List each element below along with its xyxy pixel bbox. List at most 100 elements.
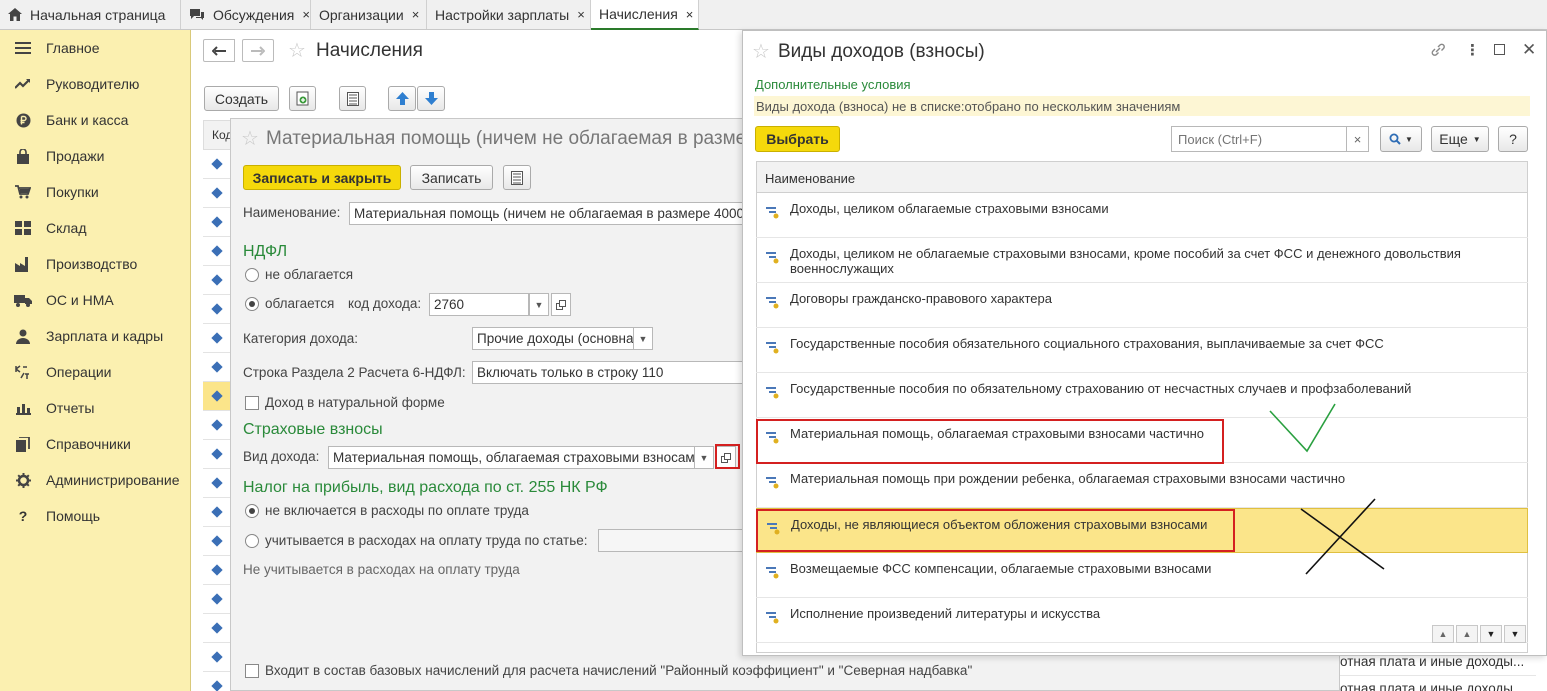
close-icon[interactable]: × <box>577 7 585 22</box>
list-item[interactable] <box>203 266 231 295</box>
income-type-field[interactable]: Материальная помощь, облагаемая страховы… <box>328 446 695 469</box>
grid-row[interactable]: Доходы, целиком облагаемые страховыми вз… <box>756 193 1528 238</box>
list-item[interactable] <box>203 324 231 353</box>
create-button[interactable]: Создать <box>204 86 279 111</box>
sidebar-item-sales[interactable]: Продажи <box>0 138 190 174</box>
list-item[interactable] <box>203 585 231 614</box>
select-button[interactable]: Выбрать <box>755 126 840 152</box>
help-button[interactable]: ? <box>1498 126 1528 152</box>
sidebar-item-help[interactable]: ? Помощь <box>0 498 190 534</box>
sidebar-item-production[interactable]: Производство <box>0 246 190 282</box>
tab-salary-settings[interactable]: Настройки зарплаты × <box>427 0 591 29</box>
column-header-name[interactable]: Наименование <box>756 161 1528 193</box>
sidebar-item-reports[interactable]: Отчеты <box>0 390 190 426</box>
list-item[interactable] <box>203 411 231 440</box>
close-icon[interactable]: ✕ <box>1522 40 1536 60</box>
list-item[interactable] <box>203 643 231 672</box>
sidebar-item-administration[interactable]: Администрирование <box>0 462 190 498</box>
grid-row[interactable]: Государственные пособия обязательного со… <box>756 328 1528 373</box>
not-taxed-radio[interactable] <box>245 268 259 282</box>
scroll-up-button[interactable]: ▲ <box>1456 625 1478 643</box>
list-item[interactable] <box>203 208 231 237</box>
list-item[interactable] <box>203 498 231 527</box>
taxed-radio[interactable] <box>245 297 259 311</box>
list-item[interactable] <box>203 672 231 691</box>
grid-row[interactable]: Доходы, целиком не облагаемые страховыми… <box>756 238 1528 283</box>
list-item[interactable] <box>203 295 231 324</box>
sidebar-item-bank[interactable]: Банк и касса <box>0 102 190 138</box>
sidebar-item-warehouse[interactable]: Склад <box>0 210 190 246</box>
maximize-icon[interactable] <box>1494 44 1505 55</box>
tab-accruals[interactable]: Начисления × <box>591 0 699 30</box>
move-up-button[interactable] <box>388 86 416 111</box>
more-actions-button[interactable] <box>503 165 531 190</box>
forward-button[interactable] <box>242 39 274 62</box>
back-button[interactable] <box>203 39 235 62</box>
section2-row-field[interactable]: Включать только в строку 110 <box>472 361 744 384</box>
list-item[interactable] <box>203 556 231 585</box>
list-item[interactable] <box>203 237 231 266</box>
income-code-dropdown[interactable]: ▼ <box>529 293 549 316</box>
income-type-dropdown[interactable]: ▼ <box>694 446 714 469</box>
grid-row[interactable]: Возмещаемые ФСС компенсации, облагаемые … <box>756 553 1528 598</box>
list-item[interactable] <box>203 527 231 556</box>
close-icon[interactable]: × <box>686 7 694 22</box>
favorite-star-icon[interactable]: ☆ <box>288 38 306 63</box>
tab-home[interactable]: Начальная страница <box>0 0 181 29</box>
sidebar-item-fixed-assets[interactable]: ОС и НМА <box>0 282 190 318</box>
factory-icon <box>14 256 32 272</box>
sidebar-item-manager[interactable]: Руководителю <box>0 66 190 102</box>
sidebar-item-hr-salary[interactable]: Зарплата и кадры <box>0 318 190 354</box>
close-icon[interactable]: × <box>302 7 310 22</box>
base-accruals-checkbox[interactable] <box>245 664 259 678</box>
list-cell[interactable]: отная плата и иные доходы... <box>1340 676 1536 691</box>
list-item-selected[interactable] <box>203 382 231 411</box>
clear-search-button[interactable]: × <box>1347 126 1369 152</box>
move-down-button[interactable] <box>417 86 445 111</box>
grid-row[interactable]: Государственные пособия по обязательному… <box>756 373 1528 418</box>
favorite-star-icon[interactable]: ☆ <box>752 39 770 64</box>
list-item[interactable] <box>203 440 231 469</box>
save-button[interactable]: Записать <box>410 165 493 190</box>
tab-organizations[interactable]: Организации × <box>311 0 427 29</box>
favorite-star-icon[interactable]: ☆ <box>241 126 259 151</box>
sidebar-item-directories[interactable]: Справочники <box>0 426 190 462</box>
copy-button[interactable] <box>289 86 316 111</box>
grid-row[interactable]: Исполнение произведений литературы и иск… <box>756 598 1528 643</box>
tab-discussions[interactable]: Обсуждения × <box>181 0 311 29</box>
list-settings-button[interactable] <box>339 86 366 111</box>
not-included-radio[interactable] <box>245 504 259 518</box>
more-button[interactable]: Еще ▼ <box>1431 126 1489 152</box>
link-icon[interactable] <box>1430 43 1446 60</box>
natural-form-checkbox[interactable] <box>245 396 259 410</box>
income-code-field[interactable]: 2760 <box>429 293 529 316</box>
list-column-header[interactable]: Код <box>203 120 231 150</box>
grid-row[interactable]: Договоры гражданско-правового характера <box>756 283 1528 328</box>
save-and-close-button[interactable]: Записать и закрыть <box>243 165 401 190</box>
add-copy-icon <box>296 91 308 106</box>
list-item[interactable] <box>203 150 231 179</box>
name-field[interactable]: Материальная помощь (ничем не облагаемая… <box>349 202 744 225</box>
grid-row[interactable]: Материальная помощь при рождении ребенка… <box>756 463 1528 508</box>
search-options-button[interactable]: ▼ <box>1380 126 1422 152</box>
counted-radio[interactable] <box>245 534 259 548</box>
scroll-top-button[interactable]: ▲ <box>1432 625 1454 643</box>
income-category-field[interactable]: Прочие доходы (основна <box>472 327 634 350</box>
list-item[interactable] <box>203 179 231 208</box>
list-item[interactable] <box>203 614 231 643</box>
income-category-dropdown[interactable]: ▼ <box>633 327 653 350</box>
sidebar-item-purchases[interactable]: Покупки <box>0 174 190 210</box>
scroll-down-button[interactable]: ▼ <box>1480 625 1502 643</box>
scroll-bottom-button[interactable]: ▼ <box>1504 625 1526 643</box>
sidebar-item-operations[interactable]: Операции <box>0 354 190 390</box>
sidebar-item-main[interactable]: Главное <box>0 30 190 66</box>
expense-article-field[interactable] <box>598 529 744 552</box>
extra-conditions-link[interactable]: Дополнительные условия <box>755 77 911 92</box>
list-item[interactable] <box>203 469 231 498</box>
close-icon[interactable]: × <box>412 7 420 22</box>
sidebar-item-label: ОС и НМА <box>46 292 114 308</box>
list-item[interactable] <box>203 353 231 382</box>
income-code-open-button[interactable] <box>551 293 571 316</box>
more-vertical-icon[interactable]: ⋮ <box>1465 41 1480 59</box>
search-input[interactable] <box>1171 126 1347 152</box>
